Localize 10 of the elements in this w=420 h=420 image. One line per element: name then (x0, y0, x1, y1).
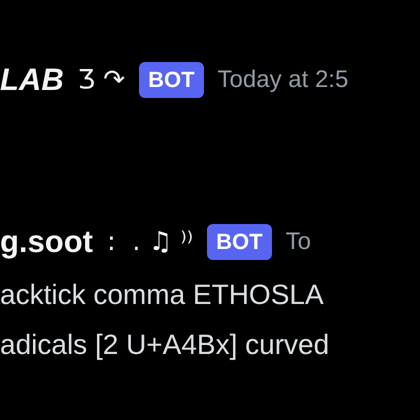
bot-badge: BOT (207, 224, 272, 260)
timestamp: To (286, 228, 311, 256)
username[interactable]: LAB (0, 62, 64, 98)
username[interactable]: g.soot (0, 224, 93, 260)
username-decoration: : . ♫ ⁾⁾ (107, 227, 194, 257)
bot-badge: BOT (139, 62, 204, 98)
message-text: acktick comma ETHOSLA (0, 278, 325, 312)
timestamp: Today at 2:5 (218, 66, 348, 94)
username-decoration: Ʒ ↷ (78, 65, 126, 95)
message-text: adicals [2 U+A4Bx] curved (0, 328, 330, 362)
